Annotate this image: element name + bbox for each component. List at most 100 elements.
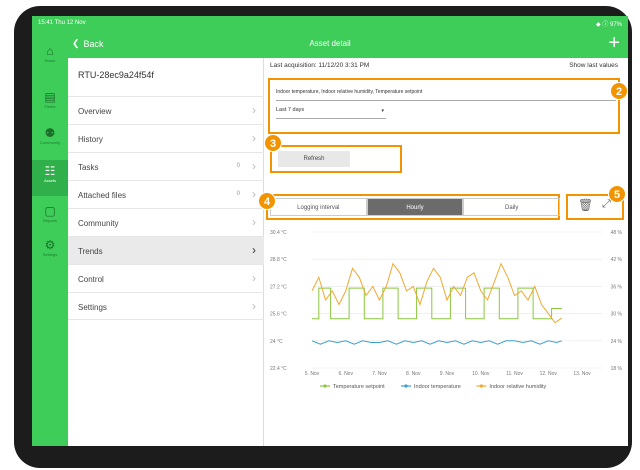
sidebar-item-home[interactable]: ⌂ Home — [32, 40, 68, 76]
callout-badge: 5 — [608, 185, 626, 203]
sidebar-item-fleets[interactable]: ▤ Fleets — [32, 86, 68, 122]
menu-item-count: 0 — [236, 163, 240, 169]
y-right-tick-label: 18 % — [611, 366, 623, 372]
series-line-setpoint — [312, 287, 562, 320]
y-right-tick-label: 30 % — [611, 312, 623, 318]
series-line-indoor — [311, 340, 562, 345]
caret-down-icon: ▾ — [381, 108, 384, 114]
settings-icon: ⚙ — [44, 238, 56, 252]
segment-hourly[interactable]: Hourly — [366, 198, 464, 216]
sidebar-item-reports[interactable]: ▢ Reports — [32, 200, 68, 236]
x-tick-label: 6. Nov — [339, 371, 354, 377]
page-title: Asset detail — [309, 39, 351, 48]
trash-icon[interactable]: 🗑 — [578, 198, 593, 212]
x-tick-label: 8. Nov — [406, 371, 421, 377]
x-tick-label: 12. Nov — [540, 371, 558, 377]
sidebar-item-label: Settings — [42, 252, 58, 257]
last-acquisition: Last acquisition: 11/12/20 3:31 PM — [270, 62, 370, 69]
menu-item-attached-files[interactable]: Attached files 0 › — [68, 180, 264, 208]
refresh-button[interactable]: Refresh — [278, 151, 350, 167]
menu-item-label: Tasks — [78, 163, 99, 172]
sidebar-item-label: Reports — [42, 218, 57, 223]
x-tick-label: 10. Nov — [472, 371, 490, 377]
menu-item-overview[interactable]: Overview › — [68, 96, 264, 124]
chevron-right-icon: › — [252, 299, 256, 313]
chevron-right-icon: › — [252, 271, 256, 285]
menu-item-history[interactable]: History › — [68, 124, 264, 152]
sidebar-item-settings[interactable]: ⚙ Settings — [32, 234, 68, 270]
assets-icon: ☷ — [44, 164, 56, 178]
menu-item-tasks[interactable]: Tasks 0 › — [68, 152, 264, 180]
x-tick-label: 9. Nov — [440, 371, 455, 377]
y-left-tick-label: 28.8 °C — [270, 257, 287, 263]
chevron-right-icon: › — [252, 131, 256, 145]
y-left-tick-label: 25.6 °C — [270, 312, 287, 318]
sidebar-item-label: Fleets — [44, 104, 56, 109]
x-tick-label: 11. Nov — [506, 371, 523, 377]
fleets-icon: ▤ — [44, 90, 56, 104]
range-select[interactable]: Last 7 days ▾ — [276, 107, 386, 119]
menu-item-settings[interactable]: Settings › — [68, 292, 264, 320]
community-icon: ⚉ — [44, 126, 56, 140]
series-select[interactable]: Indoor temperature, Indoor relative humi… — [276, 89, 616, 101]
x-tick-label: 5. Nov — [305, 371, 320, 377]
y-right-tick-label: 48 % — [611, 230, 623, 236]
nav-bar: ❮ Back Asset detail + — [32, 30, 628, 58]
trends-panel: Last acquisition: 11/12/20 3:31 PM Show … — [258, 58, 628, 446]
legend-label: Temperature setpoint — [333, 384, 385, 390]
menu-item-control[interactable]: Control › — [68, 264, 264, 292]
y-left-tick-label: 24 °C — [270, 339, 283, 345]
app-sidebar: ⌂ Home ▤ Fleets ⚉ Community ☷ Assets ▢ R… — [32, 30, 68, 446]
menu-item-label: Control — [78, 275, 104, 284]
reports-icon: ▢ — [44, 204, 56, 218]
y-left-tick-label: 22.4 °C — [270, 366, 287, 372]
sidebar-item-label: Community — [39, 140, 61, 145]
menu-item-label: Trends — [78, 247, 103, 256]
menu-item-count: 0 — [236, 191, 240, 197]
interval-segmented-control: Logging interval Hourly Daily — [270, 198, 561, 216]
add-button[interactable]: + — [608, 32, 620, 55]
menu-item-label: Attached files — [78, 191, 127, 200]
series-select-value: Indoor temperature, Indoor relative humi… — [276, 89, 423, 95]
sidebar-item-label: Home — [44, 58, 56, 63]
y-right-tick-label: 42 % — [611, 257, 623, 263]
sidebar-item-label: Assets — [43, 178, 56, 183]
callout-box — [268, 78, 620, 134]
sidebar-item-assets[interactable]: ☷ Assets — [32, 160, 68, 196]
legend-marker — [323, 384, 327, 388]
y-left-tick-label: 30.4 °C — [270, 230, 287, 236]
show-last-values-toggle[interactable]: Show last values — [569, 62, 618, 69]
menu-item-label: Overview — [78, 107, 112, 116]
legend-label: Indoor relative humidity — [489, 384, 546, 390]
trend-chart: 30.4 °C 48 % 28.8 °C 42 % 27.2 °C 36 % 25.6 °C… — [270, 230, 623, 390]
range-select-value: Last 7 days — [276, 107, 305, 113]
segment-logging-interval[interactable]: Logging interval — [270, 198, 367, 216]
chevron-right-icon: › — [252, 159, 256, 173]
legend-marker — [479, 384, 483, 388]
show-last-values-label: Show last values — [569, 62, 618, 69]
legend-marker — [404, 384, 408, 388]
chevron-right-icon: › — [252, 103, 256, 117]
asset-menu: RTU-28ec9a24f54f Overview › History › Ta… — [68, 58, 264, 446]
y-right-tick-label: 36 % — [611, 284, 623, 290]
app-screen: 15:41 Thu 12 Nov ◆ ⓘ 97% ❮ Back Asset de… — [32, 16, 628, 446]
callout-badge: 2 — [610, 82, 628, 100]
asset-name: RTU-28ec9a24f54f — [78, 70, 154, 80]
menu-item-trends[interactable]: Trends › — [68, 236, 264, 264]
callout-badge: 3 — [264, 134, 282, 152]
chevron-right-icon: › — [252, 215, 256, 229]
menu-item-label: Community — [78, 219, 119, 228]
x-tick-label: 7. Nov — [372, 371, 387, 377]
menu-item-label: History — [78, 135, 103, 144]
segment-daily[interactable]: Daily — [463, 198, 561, 216]
sidebar-item-community[interactable]: ⚉ Community — [32, 122, 68, 158]
chevron-right-icon: › — [252, 243, 256, 257]
y-right-tick-label: 24 % — [611, 339, 623, 345]
home-icon: ⌂ — [46, 44, 54, 58]
status-bar: 15:41 Thu 12 Nov ◆ ⓘ 97% — [32, 16, 628, 30]
chevron-right-icon: › — [252, 187, 256, 201]
menu-item-community[interactable]: Community › — [68, 208, 264, 236]
x-tick-label: 13. Nov — [573, 371, 591, 377]
y-left-tick-label: 27.2 °C — [270, 284, 287, 290]
menu-item-label: Settings — [78, 303, 107, 312]
